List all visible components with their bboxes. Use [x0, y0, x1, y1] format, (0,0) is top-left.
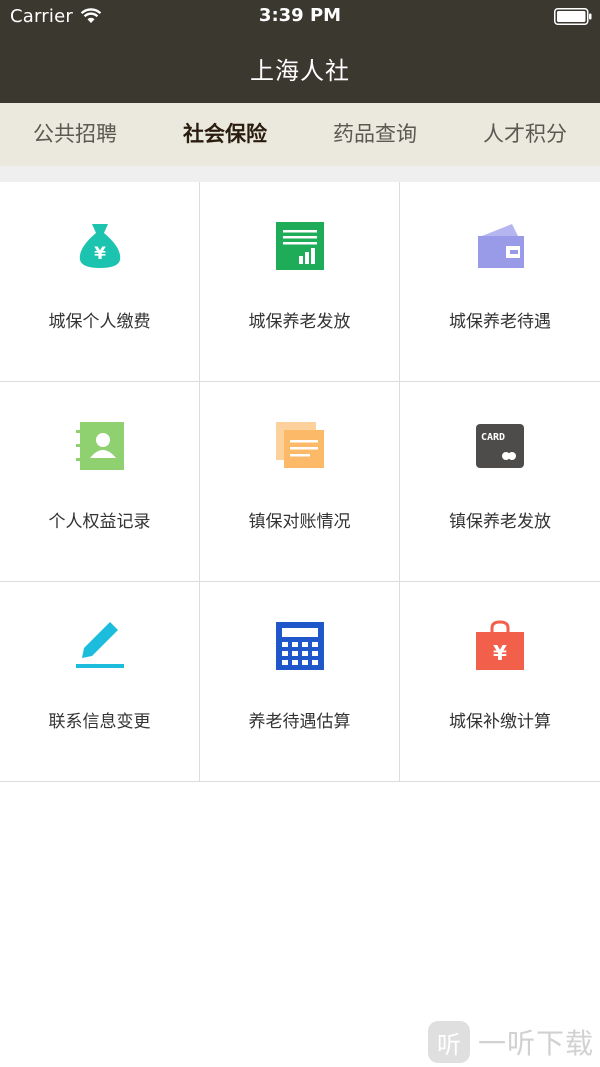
section-divider	[0, 166, 600, 182]
grid-item-label: 镇保对账情况	[248, 512, 351, 532]
service-grid: ¥ 城保个人缴费 城保养老发放 城保养老待遇 个人权益记录 镇保对账情况 CAR…	[0, 182, 600, 782]
grid-item-urban-pension-payout[interactable]: 城保养老发放	[200, 182, 400, 382]
app-header: Carrier 3:39 PM 上海人社	[0, 0, 600, 103]
watermark-text: 一听下载	[477, 1027, 594, 1060]
svg-text:CARD: CARD	[481, 432, 505, 443]
grid-item-personal-rights-record[interactable]: 个人权益记录	[0, 382, 200, 582]
grid-item-urban-pension-benefits[interactable]: 城保养老待遇	[400, 182, 600, 382]
grid-item-label: 城保养老待遇	[449, 312, 551, 332]
watermark-logo: 听	[427, 1021, 470, 1063]
svg-text:¥: ¥	[94, 244, 106, 264]
grid-item-label: 城保补缴计算	[449, 712, 551, 732]
status-time: 3:39 PM	[258, 5, 342, 26]
grid-item-town-reconciliation[interactable]: 镇保对账情况	[200, 382, 400, 582]
money-bag-icon: ¥	[79, 224, 120, 268]
card-icon: CARD	[476, 424, 524, 468]
grid-item-label: 镇保养老发放	[449, 512, 551, 532]
grid-item-label: 城保养老发放	[248, 312, 351, 332]
grid-item-label: 联系信息变更	[48, 712, 151, 732]
page-title: 上海人社	[250, 57, 350, 85]
shopping-bag-icon: ¥	[476, 620, 524, 670]
grid-item-town-pension-payout[interactable]: CARD 镇保养老发放	[400, 382, 600, 582]
pencil-icon	[75, 622, 124, 668]
tab-talent-points[interactable]: 人才积分	[450, 103, 600, 166]
grid-item-urban-personal-payment[interactable]: ¥ 城保个人缴费	[0, 182, 200, 382]
contact-book-icon	[75, 422, 124, 470]
watermark: 听 一听下载	[427, 1021, 594, 1063]
tab-public-recruitment[interactable]: 公共招聘	[0, 103, 150, 166]
wallet-icon	[478, 224, 524, 268]
grid-item-contact-info-change[interactable]: 联系信息变更	[0, 582, 200, 782]
grid-item-label: 城保个人缴费	[48, 312, 151, 332]
calculator-icon	[275, 622, 324, 670]
tab-social-insurance[interactable]: 社会保险	[150, 103, 300, 166]
tab-bar: 公共招聘 社会保险 药品查询 人才积分	[0, 103, 600, 166]
grid-item-urban-back-payment-calc[interactable]: ¥ 城保补缴计算	[400, 582, 600, 782]
grid-item-label: 养老待遇估算	[248, 712, 351, 732]
status-bar: Carrier 3:39 PM	[0, 0, 600, 34]
svg-text:¥: ¥	[493, 641, 507, 665]
grid-item-label: 个人权益记录	[48, 512, 151, 532]
battery-icon	[554, 8, 592, 25]
tab-drug-query[interactable]: 药品查询	[300, 103, 450, 166]
documents-icon	[275, 422, 324, 468]
grid-item-pension-estimate[interactable]: 养老待遇估算	[200, 582, 400, 782]
report-chart-icon	[275, 222, 324, 270]
